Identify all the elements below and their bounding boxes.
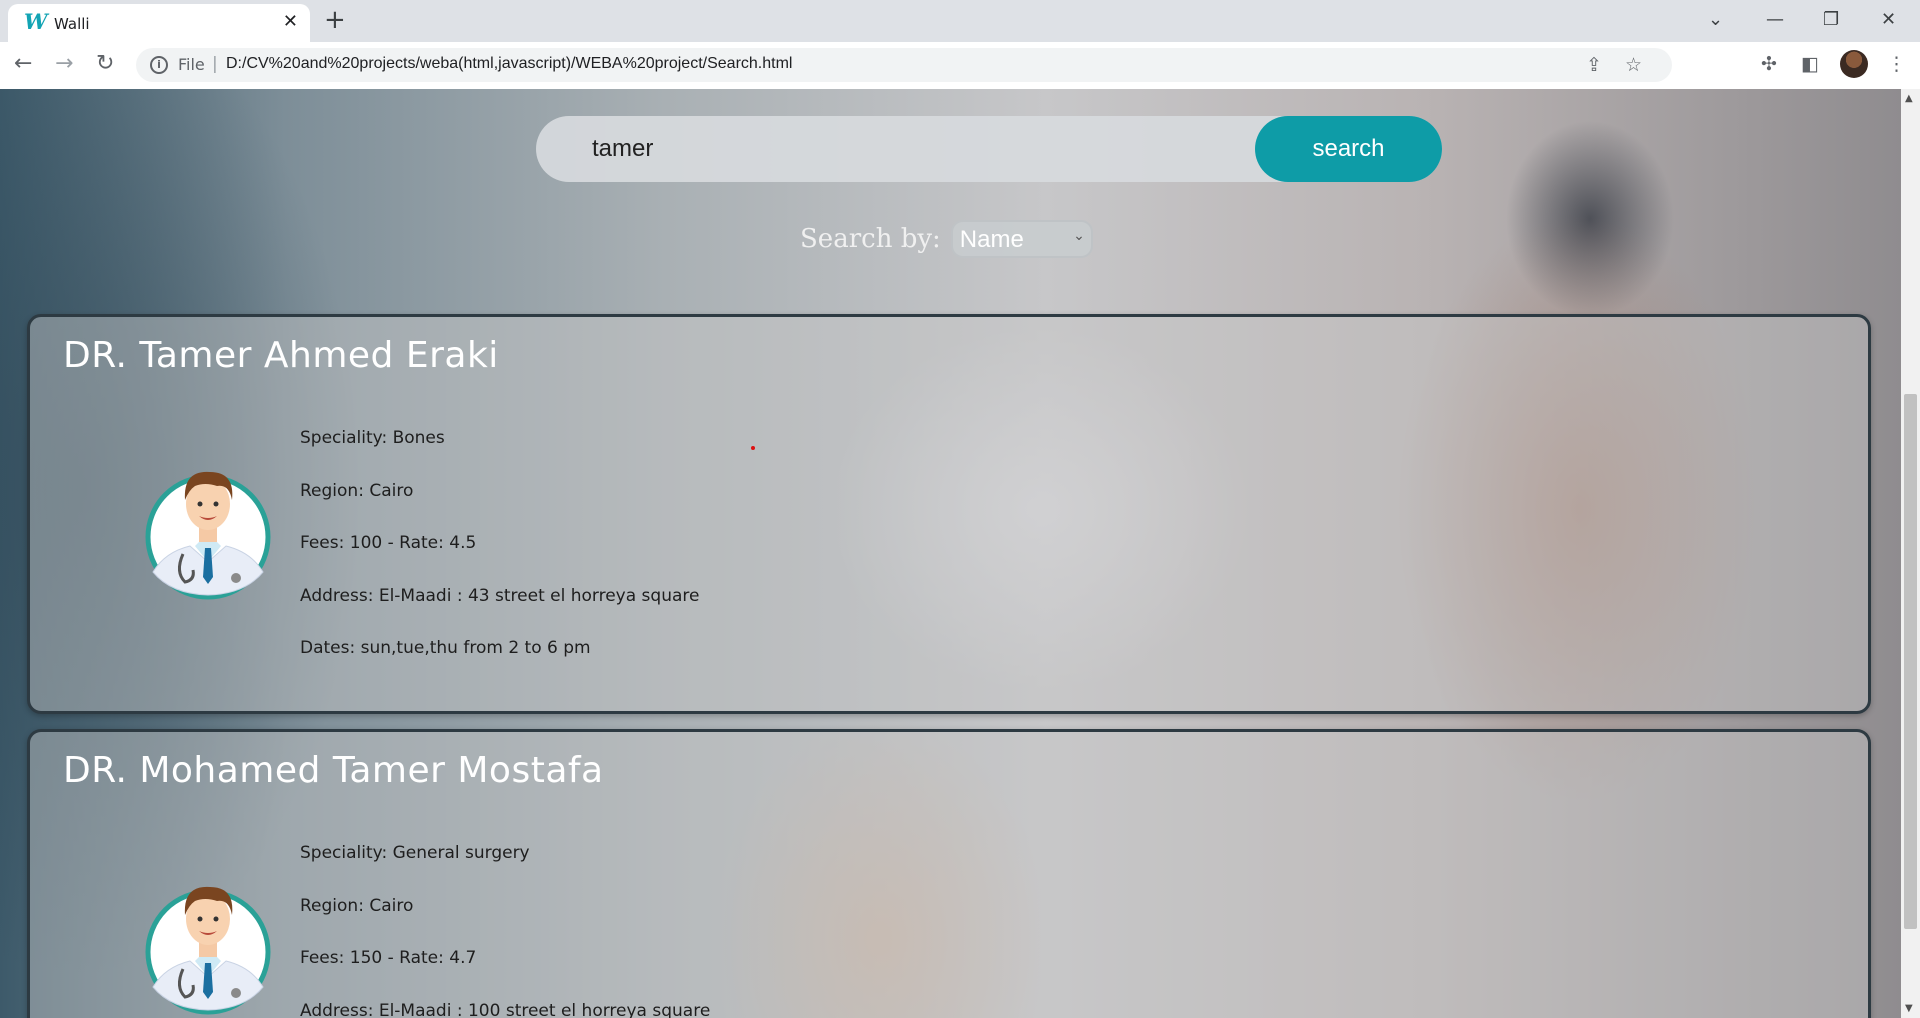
chevron-down-icon: ⌄ bbox=[1073, 228, 1085, 244]
doctor-avatar-icon bbox=[145, 886, 271, 1015]
info-icon[interactable]: i bbox=[150, 56, 168, 74]
doctor-name: DR. Mohamed Tamer Mostafa bbox=[63, 750, 604, 791]
doctor-address: Address: El-Maadi : 43 street el horreya… bbox=[300, 585, 700, 606]
doctor-info: Speciality: General surgery Region: Cair… bbox=[300, 842, 710, 1018]
doctor-fees-rate: Fees: 100 - Rate: 4.5 bbox=[300, 533, 477, 553]
url-scheme: File bbox=[178, 55, 205, 74]
doctor-speciality: Speciality: General surgery bbox=[300, 843, 530, 863]
search-by-row: Search by: Name ⌄ bbox=[800, 219, 1093, 259]
scrollbar-thumb[interactable] bbox=[1904, 394, 1917, 929]
back-button[interactable]: ← bbox=[14, 50, 32, 78]
doctor-region: Region: Cairo bbox=[300, 480, 414, 501]
doctor-card[interactable]: DR. Mohamed Tamer Mostafa Speciality: Ge… bbox=[27, 729, 1871, 1018]
doctor-card[interactable]: DR. Tamer Ahmed Eraki Speciality: Bones … bbox=[27, 314, 1871, 714]
tab-search-chevron-icon[interactable]: ⌄ bbox=[1708, 6, 1723, 34]
doctor-region: Region: Cairo bbox=[300, 895, 414, 916]
share-icon[interactable]: ⇪ bbox=[1586, 54, 1602, 76]
profile-avatar[interactable] bbox=[1840, 50, 1868, 78]
menu-icon[interactable]: ⋮ bbox=[1887, 51, 1906, 77]
reload-button[interactable]: ↻ bbox=[96, 50, 114, 78]
doctor-dates: Dates: sun,tue,thu from 2 to 6 pm bbox=[300, 638, 591, 658]
close-window-button[interactable]: ✕ bbox=[1881, 6, 1896, 34]
restore-button[interactable]: ❐ bbox=[1823, 6, 1839, 34]
search-bar: search bbox=[536, 116, 1442, 182]
search-by-value: Name bbox=[959, 226, 1024, 253]
search-by-select[interactable]: Name ⌄ bbox=[950, 220, 1093, 258]
new-tab-button[interactable]: + bbox=[324, 6, 346, 34]
search-by-label: Search by: bbox=[800, 224, 941, 254]
doctor-speciality: Speciality: Bones bbox=[300, 428, 445, 448]
url-text[interactable]: D:/CV%20and%20projects/weba(html,javascr… bbox=[226, 55, 792, 73]
doctor-fees-rate: Fees: 150 - Rate: 4.7 bbox=[300, 948, 477, 968]
star-icon[interactable]: ☆ bbox=[1625, 54, 1642, 76]
extensions-icon[interactable]: ✣ bbox=[1761, 51, 1777, 77]
search-input[interactable] bbox=[536, 116, 1256, 182]
scroll-down-arrow-icon[interactable]: ▼ bbox=[1905, 1003, 1913, 1014]
address-bar[interactable]: i File | D:/CV%20and%20projects/weba(htm… bbox=[136, 48, 1672, 82]
walli-favicon-icon: W bbox=[24, 9, 48, 34]
doctor-info: Speciality: Bones Region: Cairo Fees: 10… bbox=[300, 427, 699, 690]
page-scrollbar[interactable]: ▲ ▼ bbox=[1901, 89, 1920, 1018]
cursor-dot bbox=[751, 446, 755, 450]
url-separator: | bbox=[212, 54, 218, 74]
tab-strip: W Walli ✕ + ⌄ — ❐ ✕ bbox=[0, 0, 1920, 42]
active-tab[interactable]: W Walli ✕ bbox=[8, 4, 310, 42]
minimize-button[interactable]: — bbox=[1766, 6, 1784, 34]
browser-toolbar: ← → ↻ i File | D:/CV%20and%20projects/we… bbox=[0, 42, 1920, 89]
doctor-address: Address: El-Maadi : 100 street el horrey… bbox=[300, 1000, 711, 1018]
doctor-name: DR. Tamer Ahmed Eraki bbox=[63, 335, 499, 376]
search-button[interactable]: search bbox=[1255, 116, 1442, 182]
page-viewport: search Search by: Name ⌄ DR. Tamer Ahmed… bbox=[0, 89, 1901, 1018]
tab-close-icon[interactable]: ✕ bbox=[283, 13, 298, 31]
sidepanel-icon[interactable]: ◧ bbox=[1801, 51, 1819, 77]
scroll-up-arrow-icon[interactable]: ▲ bbox=[1905, 93, 1913, 104]
forward-button[interactable]: → bbox=[55, 50, 73, 78]
tab-title: Walli bbox=[54, 15, 90, 33]
doctor-avatar-icon bbox=[145, 471, 271, 600]
